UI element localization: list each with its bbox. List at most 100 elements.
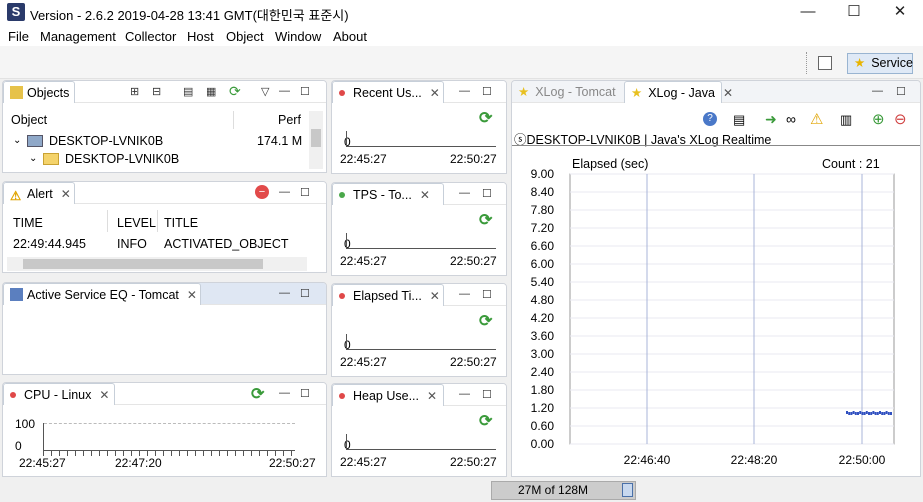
mini-chart-area [346,334,496,350]
refresh-icon[interactable]: ⟳ [229,83,241,100]
menu-about[interactable]: About [333,29,367,44]
objects-table: Object Perf ⌄ DESKTOP-LVNIK0B 174.1 M ⌄ … [7,111,307,171]
menu-window[interactable]: Window [275,29,321,44]
panel-maximize-icon[interactable]: ☐ [482,288,492,301]
close-icon[interactable]: ✕ [187,288,197,302]
panel-maximize-icon[interactable]: ☐ [482,388,492,401]
tab-recent-user[interactable]: Recent Us... ✕ [332,81,444,103]
panel-minimize-icon[interactable]: — [279,287,290,299]
list-icon[interactable]: ▤ [733,112,745,128]
filter-icon[interactable]: ▥ [840,112,852,128]
run-icon[interactable]: ➜ [765,111,777,128]
x-tick-label: 22:45:27 [340,355,387,369]
panel-maximize-icon[interactable]: ☐ [482,85,492,98]
chevron-down-icon[interactable]: ⌄ [13,135,21,146]
trash-icon[interactable] [622,483,633,497]
menu-collector[interactable]: Collector [125,29,176,44]
tab-elapsed-time[interactable]: Elapsed Ti... ✕ [332,284,444,306]
alert-panel: ⚠ Alert ✕ − — ☐ TIME LEVEL TITLE 22:49:44.… [2,181,327,273]
collapse-all-icon[interactable]: ⊟ [152,85,161,98]
alert-time[interactable]: 22:49:44.945 [13,237,86,251]
status-dot-icon [339,192,345,198]
mini-chart-area [346,233,496,249]
refresh-icon[interactable]: ⟳ [479,108,492,128]
tab-heap-used[interactable]: Heap Use... ✕ [332,384,444,406]
column-level[interactable]: LEVEL [117,216,156,230]
refresh-icon[interactable]: ⟳ [479,311,492,331]
panel-maximize-icon[interactable]: ☐ [300,186,310,199]
close-icon[interactable]: ✕ [430,289,440,303]
x-tick-label: 22:46:40 [624,453,671,466]
zoom-out-icon[interactable]: ⊖ [894,110,907,128]
panel-minimize-icon[interactable]: — [279,186,290,198]
y-tick-label: 0.60 [531,419,555,433]
tab-objects[interactable]: Objects [3,81,75,103]
column-title[interactable]: TITLE [164,216,198,230]
tab-xlog-java[interactable]: ★ XLog - Java ✕ [624,81,733,103]
x-tick-label: 22:50:27 [269,456,316,470]
panel-maximize-icon[interactable]: ☐ [300,287,310,300]
view-menu-icon[interactable]: ▽ [261,85,269,98]
alert-title[interactable]: ACTIVATED_OBJECT [164,237,289,251]
panel-minimize-icon[interactable]: — [459,288,470,300]
close-icon[interactable]: ✕ [99,388,109,402]
tab-active-service-eq[interactable]: Active Service EQ - Tomcat ✕ [3,283,201,305]
refresh-icon[interactable]: ⟳ [479,210,492,230]
panel-minimize-icon[interactable]: — [279,387,290,399]
maximize-button[interactable]: ☐ [831,0,877,26]
tree-node-agent[interactable]: DESKTOP-LVNIK0B [65,152,179,166]
menu-object[interactable]: Object [226,29,264,44]
panel-minimize-icon[interactable]: — [872,85,883,97]
open-perspective-icon[interactable] [818,56,832,70]
chevron-down-icon[interactable]: ⌄ [29,153,37,164]
objects-scrollbar[interactable] [309,111,323,169]
close-icon[interactable]: ✕ [61,187,71,201]
scouter-logo-icon: S [7,3,25,21]
refresh-icon[interactable]: ⟳ [479,411,492,431]
status-dot-icon [339,293,345,299]
close-icon[interactable]: ✕ [430,86,440,100]
panel-maximize-icon[interactable]: ☐ [896,85,906,98]
tab-alert[interactable]: ⚠ Alert ✕ [3,182,75,204]
panel-maximize-icon[interactable]: ☐ [300,387,310,400]
column-time[interactable]: TIME [13,216,43,230]
data-point [872,411,875,414]
filter-icon[interactable]: ▦ [206,85,216,98]
menu-management[interactable]: Management [40,29,116,44]
refresh-icon[interactable]: ⟳ [251,384,264,404]
server-icon[interactable]: ▤ [183,85,193,98]
link-icon[interactable]: ∞ [786,111,796,127]
column-object[interactable]: Object [11,113,47,127]
panel-minimize-icon[interactable]: — [279,85,290,97]
panel-minimize-icon[interactable]: — [459,388,470,400]
y-tick-label: 100 [15,417,36,431]
close-icon[interactable]: ✕ [420,188,430,202]
service-perspective-button[interactable]: ★ Service [847,53,913,74]
warning-icon[interactable]: ⚠ [810,110,823,128]
data-point [854,412,857,415]
column-perf[interactable]: Perf [278,113,301,127]
folder-icon [43,153,59,165]
menu-file[interactable]: File [8,29,29,44]
minimize-button[interactable]: — [785,0,831,26]
panel-minimize-icon[interactable]: — [459,85,470,97]
cpu-chart-area [43,423,295,451]
close-icon[interactable]: ✕ [427,389,437,403]
menu-host[interactable]: Host [187,29,214,44]
tab-tps[interactable]: TPS - To... ✕ [332,183,444,205]
expand-all-icon[interactable]: ⊞ [130,85,139,98]
tree-node-host[interactable]: DESKTOP-LVNIK0B [49,134,163,148]
help-icon[interactable]: ? [703,112,717,126]
tab-cpu[interactable]: CPU - Linux ✕ [3,383,115,405]
zoom-in-icon[interactable]: ⊕ [872,110,885,128]
panel-minimize-icon[interactable]: — [459,187,470,199]
y-tick-label: 3.00 [531,347,555,361]
close-icon[interactable]: ✕ [723,86,733,100]
clear-alert-icon[interactable]: − [255,185,269,199]
alert-hscrollbar[interactable] [7,257,307,271]
panel-maximize-icon[interactable]: ☐ [482,187,492,200]
panel-maximize-icon[interactable]: ☐ [300,85,310,98]
close-window-button[interactable]: ✕ [877,0,923,26]
alert-level[interactable]: INFO [117,237,147,251]
tab-xlog-tomcat[interactable]: ★ XLog - Tomcat [512,81,624,103]
